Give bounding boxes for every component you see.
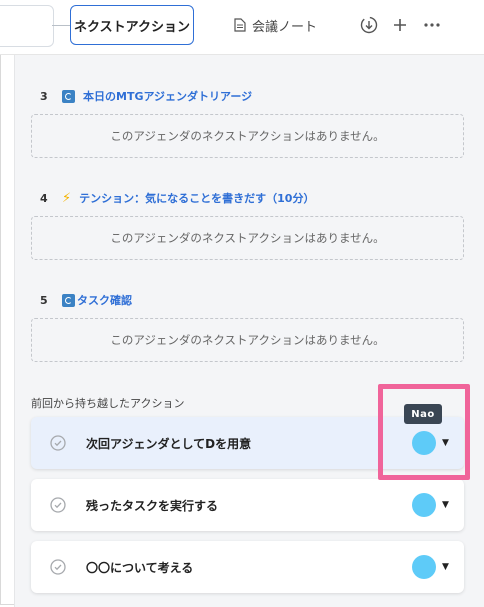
more-icon[interactable] — [421, 14, 443, 36]
action-card[interactable]: 残ったタスクを実行する ▼ — [31, 479, 464, 531]
action-text: 残ったタスクを実行する — [86, 498, 219, 513]
lightning-icon: ⚡ — [62, 190, 72, 206]
plus-icon[interactable] — [389, 14, 411, 36]
assignee-avatar[interactable] — [412, 493, 436, 517]
agenda-number: 3 — [40, 89, 48, 103]
chevron-down-icon[interactable]: ▼ — [442, 500, 449, 510]
repeat-icon — [62, 89, 75, 103]
agenda-item-5: 5 タスク確認 — [40, 292, 132, 308]
agenda-item-3: 3 本日のMTGアジェンダトリアージ — [40, 88, 252, 104]
action-card[interactable]: 〇〇について考える ▼ — [31, 541, 464, 593]
highlight-box — [378, 384, 470, 480]
empty-action-box: このアジェンダのネクストアクションはありません。 — [31, 318, 464, 362]
document-icon — [234, 18, 246, 32]
agenda-number: 4 — [40, 191, 48, 205]
agenda-item-4: 4 ⚡ テンション：気になることを書きだす（10分） — [40, 190, 314, 206]
carried-over-label: 前回から持ち越したアクション — [31, 397, 185, 410]
tab-connector — [52, 25, 70, 26]
agenda-title[interactable]: テンション：気になることを書きだす（10分） — [79, 190, 314, 206]
check-circle-icon[interactable] — [50, 497, 66, 513]
action-text: 次回アジェンダとしてDを用意 — [86, 436, 252, 451]
tab-next-action[interactable]: ネクストアクション — [70, 5, 194, 45]
tab-meeting-notes[interactable]: 会議ノート — [234, 14, 317, 36]
chevron-down-icon[interactable]: ▼ — [442, 562, 449, 572]
agenda-title[interactable]: タスク確認 — [77, 292, 132, 308]
download-icon[interactable] — [358, 14, 380, 36]
check-circle-icon[interactable] — [50, 559, 66, 575]
tab-previous[interactable] — [0, 5, 54, 47]
content-left-border — [14, 55, 15, 607]
repeat-icon — [62, 293, 75, 307]
assignee-avatar[interactable] — [412, 555, 436, 579]
top-bar: ネクストアクション 会議ノート — [0, 0, 484, 55]
agenda-number: 5 — [40, 293, 48, 307]
action-text: 〇〇について考える — [86, 560, 194, 575]
empty-action-box: このアジェンダのネクストアクションはありません。 — [31, 216, 464, 260]
check-circle-icon[interactable] — [50, 435, 66, 451]
agenda-title[interactable]: 本日のMTGアジェンダトリアージ — [83, 88, 252, 104]
empty-action-box: このアジェンダのネクストアクションはありません。 — [31, 114, 464, 158]
tab-meeting-notes-label: 会議ノート — [252, 19, 318, 35]
